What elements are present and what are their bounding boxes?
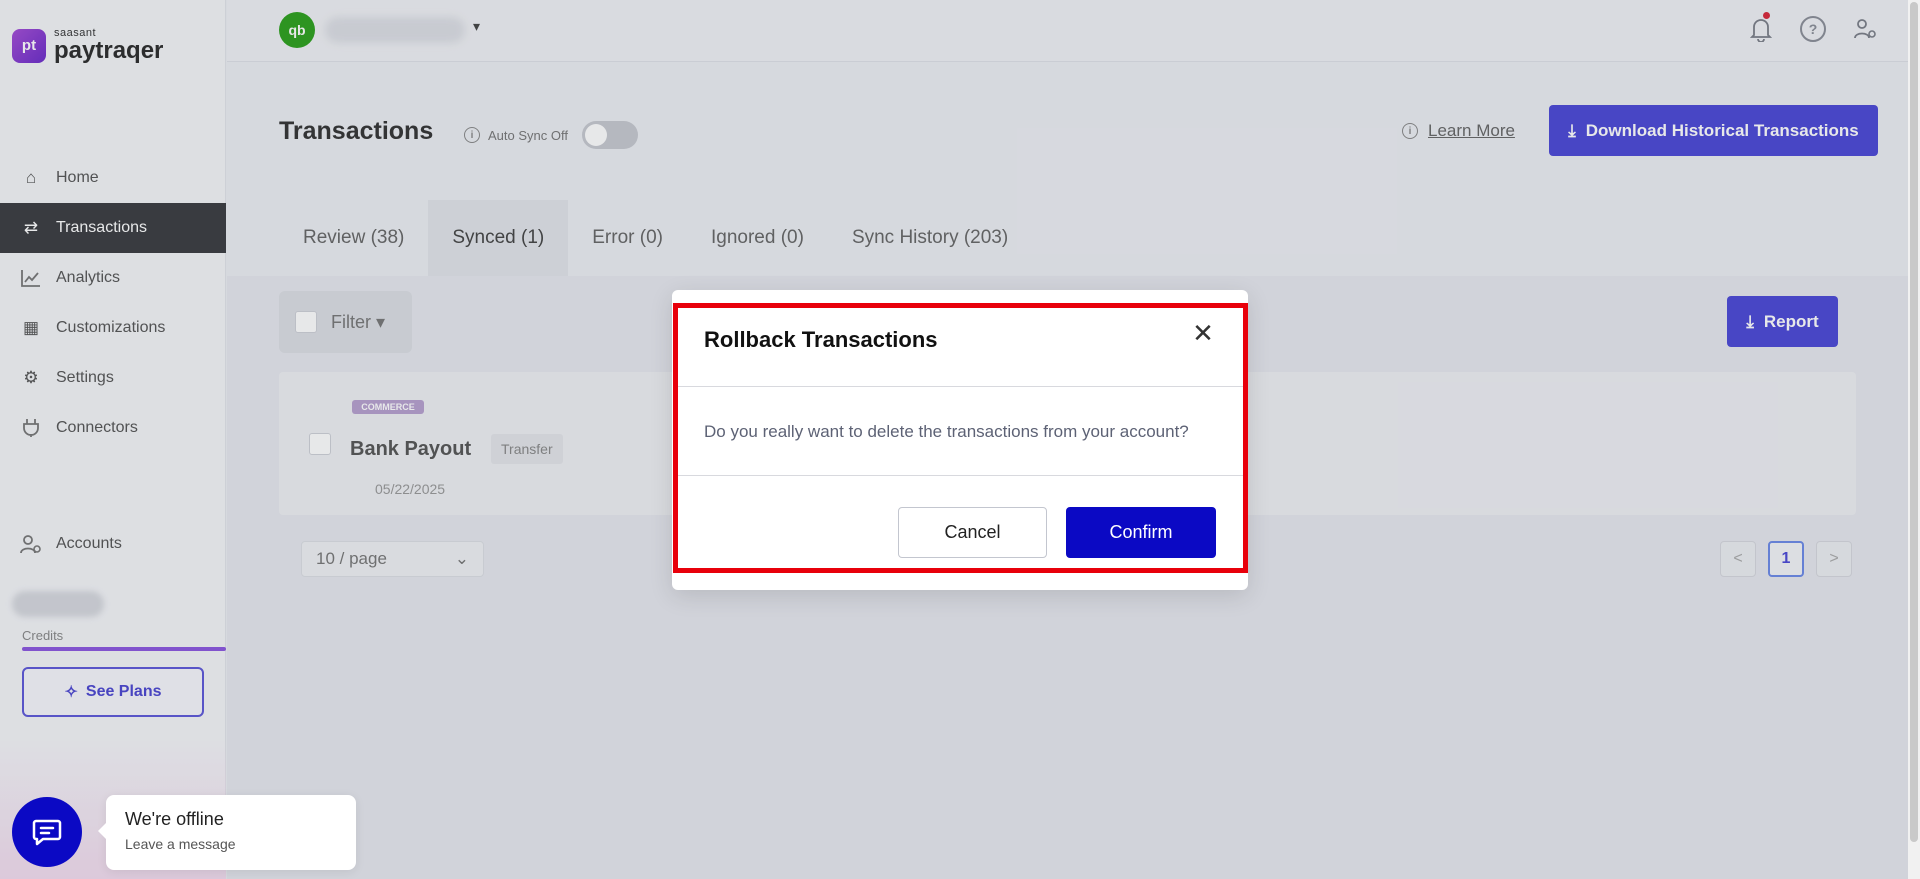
chat-launcher-button[interactable] — [12, 797, 82, 867]
chat-subtitle: Leave a message — [125, 836, 236, 852]
chat-title: We're offline — [125, 809, 224, 829]
page-scrollbar[interactable] — [1908, 0, 1920, 879]
chat-status-bubble[interactable]: We're offline Leave a message — [98, 795, 356, 870]
chat-icon — [32, 819, 62, 846]
scroll-thumb[interactable] — [1910, 2, 1918, 842]
highlight-box — [673, 303, 1248, 573]
